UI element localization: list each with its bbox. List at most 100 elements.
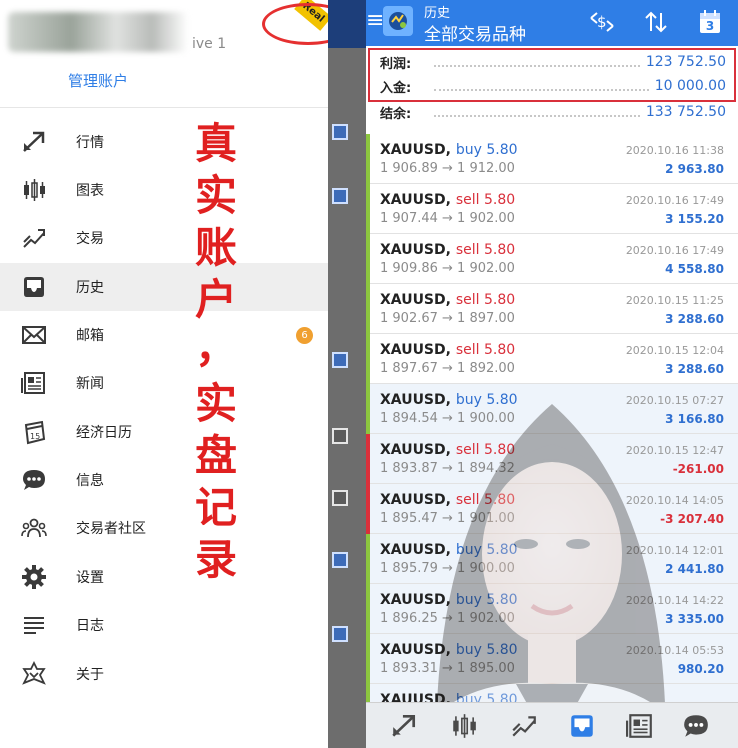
drawer-item[interactable]: 图表: [0, 166, 328, 214]
balance-label: 结余:: [380, 106, 412, 122]
deal-profit: 2 963.80: [665, 162, 724, 176]
annotation-character: 记: [194, 483, 237, 532]
deal-symbol: XAUUSD, buy 5.80: [380, 642, 518, 658]
profit-row: 利润: 123 752.50: [380, 50, 726, 74]
deal-row[interactable]: XAUUSD, buy 5.80 1 895.79 → 1 900.00 2020.…: [366, 534, 738, 584]
svg-text:3: 3: [706, 19, 714, 33]
deal-profit: 4 558.80: [665, 262, 724, 276]
deal-symbol: XAUUSD, sell 5.80: [380, 442, 515, 458]
deal-result-indicator: [366, 284, 370, 334]
deal-side: buy 5.80: [455, 142, 518, 158]
drawer-item[interactable]: 日志: [0, 601, 328, 649]
drawer-item[interactable]: 交易: [0, 214, 328, 262]
deal-time: 2020.10.14 14:22: [625, 594, 724, 607]
deal-row[interactable]: XAUUSD, buy 5.80 1 893.31 → 1 895.00 2020.…: [366, 634, 738, 684]
community-icon: [20, 514, 48, 542]
sort-icon[interactable]: [642, 8, 670, 36]
dimmed-checkbox: [332, 626, 348, 642]
navigation-drawer: ive 1 管理账户 Real 行情 图表 交易 历史 邮箱 6 新闻 15 经济日历 信息 交易者…: [0, 0, 354, 748]
app-bar: ≡ 历史 全部交易品种 $ 3: [366, 0, 738, 46]
quotes-icon[interactable]: [388, 711, 420, 741]
deal-row[interactable]: XAUUSD, buy 5.80 1 906.89 → 1 912.00 2020.…: [366, 134, 738, 184]
drawer-item[interactable]: 15 经济日历: [0, 408, 328, 456]
drawer-item-label: 日志: [76, 618, 104, 634]
quotes-icon: [20, 128, 48, 156]
deal-profit: 2 441.80: [665, 562, 724, 576]
news-icon[interactable]: [624, 711, 656, 741]
page-title: 历史: [424, 6, 451, 21]
drawer-item-label: 设置: [76, 570, 104, 586]
deals-list: XAUUSD, buy 5.80 1 906.89 → 1 912.00 2020.…: [366, 134, 738, 734]
drawer-item-label: 邮箱: [76, 328, 104, 344]
economic-calendar-icon: 15: [20, 418, 48, 446]
annotation-character: ，: [194, 323, 237, 372]
deal-side: sell 5.80: [455, 242, 516, 258]
deal-result-indicator: [366, 384, 370, 434]
drawer-item[interactable]: 关于: [0, 650, 328, 698]
deal-row[interactable]: XAUUSD, sell 5.80 1 897.67 → 1 892.00 2020…: [366, 334, 738, 384]
trade-icon[interactable]: [508, 711, 540, 741]
dotted-leader: [434, 81, 649, 91]
deal-symbol-text: XAUUSD,: [380, 542, 451, 558]
deal-side: sell 5.80: [455, 192, 516, 208]
drawer-item[interactable]: 设置: [0, 553, 328, 601]
deal-side: sell 5.80: [455, 492, 516, 508]
dimmed-checkbox: [332, 552, 348, 568]
annotation-character: 实: [194, 379, 237, 428]
drawer-item[interactable]: 新闻: [0, 359, 328, 407]
balance-row: 结余: 133 752.50: [380, 100, 726, 124]
deposit-label: 入金:: [380, 80, 412, 96]
deal-symbol-text: XAUUSD,: [380, 442, 451, 458]
deal-prices: 1 896.25 → 1 902.00: [380, 611, 515, 626]
deal-profit: 3 166.80: [665, 412, 724, 426]
drawer-item[interactable]: 历史: [0, 263, 328, 311]
profit-value: 123 752.50: [645, 54, 726, 70]
deal-row[interactable]: XAUUSD, sell 5.80 1 895.47 → 1 901.00 2020…: [366, 484, 738, 534]
profit-label: 利润:: [380, 56, 412, 72]
annotation-character: 录: [194, 535, 237, 584]
manage-accounts-link[interactable]: 管理账户: [68, 70, 128, 91]
deal-row[interactable]: XAUUSD, buy 5.80 1 896.25 → 1 902.00 2020.…: [366, 584, 738, 634]
deal-result-indicator: [366, 484, 370, 534]
deal-symbol: XAUUSD, buy 5.80: [380, 392, 518, 408]
deal-row[interactable]: XAUUSD, sell 5.80 1 893.87 → 1 894.32 2020…: [366, 434, 738, 484]
account-server-label: ive 1: [192, 36, 227, 52]
deal-symbol: XAUUSD, buy 5.80: [380, 542, 518, 558]
currency-exchange-icon[interactable]: $: [588, 8, 616, 36]
drawer-item[interactable]: 交易者社区: [0, 504, 328, 552]
deal-prices: 1 893.87 → 1 894.32: [380, 461, 515, 476]
drawer-item[interactable]: 信息: [0, 456, 328, 504]
unread-count-badge: 6: [296, 326, 313, 344]
deal-row[interactable]: XAUUSD, buy 5.80 1 894.54 → 1 900.00 2020.…: [366, 384, 738, 434]
deal-prices: 1 902.67 → 1 897.00: [380, 311, 515, 326]
history-inbox-icon: [20, 273, 48, 301]
dimmed-checkbox: [332, 428, 348, 444]
chat-bubble-icon[interactable]: [680, 711, 712, 741]
candlestick-chart-icon[interactable]: [448, 711, 480, 741]
deal-prices: 1 895.47 → 1 901.00: [380, 511, 515, 526]
drawer-item[interactable]: 邮箱 6: [0, 311, 328, 359]
deal-symbol-text: XAUUSD,: [380, 392, 451, 408]
deal-side: buy 5.80: [455, 392, 518, 408]
calendar-icon[interactable]: 3: [696, 8, 724, 36]
deal-row[interactable]: XAUUSD, sell 5.80 1 907.44 → 1 902.00 2020…: [366, 184, 738, 234]
deal-time: 2020.10.15 12:04: [625, 344, 724, 357]
dimmed-checkbox: [332, 490, 348, 506]
drawer-item[interactable]: 行情: [0, 118, 328, 166]
drawer-item-label: 交易: [76, 231, 104, 247]
dotted-leader: [434, 107, 640, 117]
deal-prices: 1 907.44 → 1 902.00: [380, 211, 515, 226]
symbol-filter[interactable]: 全部交易品种: [424, 20, 526, 45]
trade-icon: [20, 224, 48, 252]
deal-row[interactable]: XAUUSD, sell 5.80 1 909.86 → 1 902.00 2020…: [366, 234, 738, 284]
deal-time: 2020.10.14 05:53: [625, 644, 724, 657]
deal-row[interactable]: XAUUSD, sell 5.80 1 902.67 → 1 897.00 2020…: [366, 284, 738, 334]
hamburger-icon[interactable]: ≡: [366, 8, 384, 33]
deal-result-indicator: [366, 234, 370, 284]
history-inbox-icon[interactable]: [566, 711, 598, 741]
deal-side: buy 5.80: [455, 642, 518, 658]
deal-symbol-text: XAUUSD,: [380, 242, 451, 258]
dotted-leader: [434, 57, 640, 67]
deal-symbol: XAUUSD, buy 5.80: [380, 142, 518, 158]
deal-time: 2020.10.15 12:47: [625, 444, 724, 457]
